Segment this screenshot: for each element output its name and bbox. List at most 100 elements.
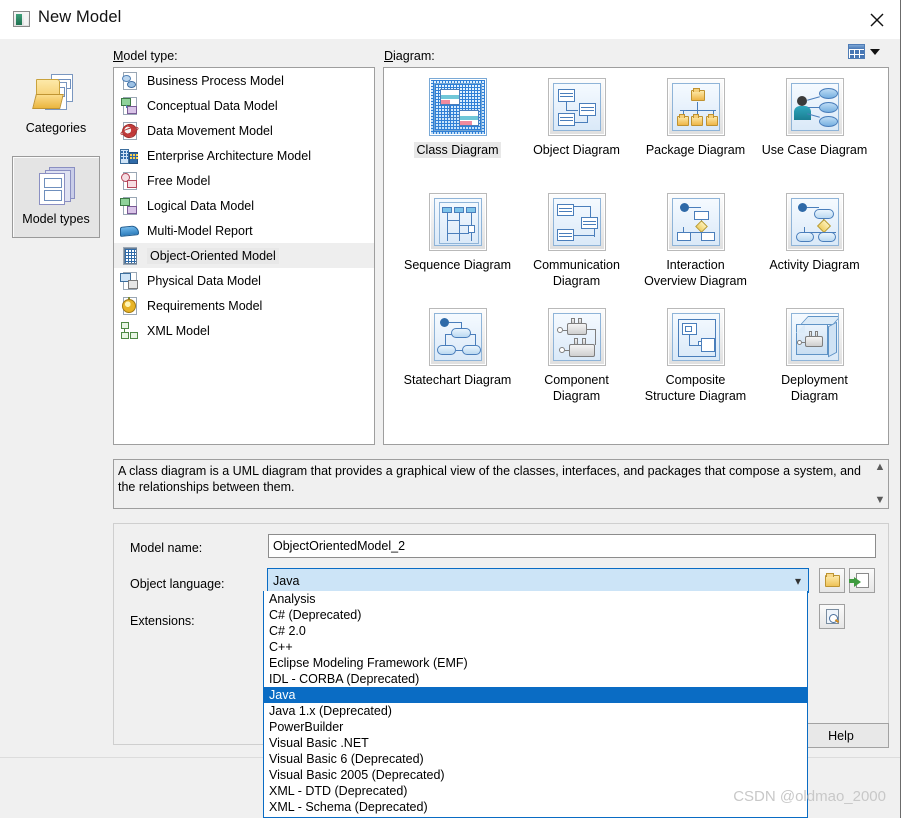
page-preview-icon	[825, 609, 839, 624]
diagram-item-composite-structure-diagram[interactable]: Composite Structure Diagram	[637, 306, 755, 421]
dropdown-option[interactable]: Visual Basic 6 (Deprecated)	[264, 751, 807, 767]
close-button[interactable]	[854, 0, 900, 39]
diagram-item-statechart-diagram[interactable]: Statechart Diagram	[399, 306, 517, 421]
sidebar-item-categories[interactable]: Categories	[12, 66, 100, 148]
diagram-item-package-diagram[interactable]: Package Diagram	[637, 76, 755, 191]
enterprise-architecture-icon	[120, 146, 140, 166]
language-properties-button[interactable]	[819, 604, 845, 629]
dropdown-option[interactable]: IDL - CORBA (Deprecated)	[264, 671, 807, 687]
multi-model-report-icon	[120, 221, 140, 241]
dropdown-option-selected[interactable]: Java	[264, 687, 807, 703]
view-mode-toggle[interactable]	[848, 44, 880, 59]
diagram-item-activity-diagram[interactable]: Activity Diagram	[756, 191, 874, 306]
list-item[interactable]: Enterprise Architecture Model	[114, 143, 374, 168]
list-item[interactable]: Physical Data Model	[114, 268, 374, 293]
sequence-diagram-icon	[428, 193, 487, 251]
dropdown-option[interactable]: C++	[264, 639, 807, 655]
dropdown-option[interactable]: Java 1.x (Deprecated)	[264, 703, 807, 719]
chevron-down-icon[interactable]	[870, 48, 880, 55]
diagram-item-label: Communication Diagram	[533, 258, 620, 288]
dropdown-option[interactable]: Visual Basic 2005 (Deprecated)	[264, 767, 807, 783]
diagram-item-label: Interaction Overview Diagram	[644, 258, 747, 288]
list-item-label: Enterprise Architecture Model	[147, 148, 311, 163]
diagram-item-label: Component Diagram	[544, 373, 609, 403]
list-item[interactable]: Free Model	[114, 168, 374, 193]
object-language-dropdown-list[interactable]: Analysis C# (Deprecated) C# 2.0 C++ Ecli…	[263, 591, 808, 818]
model-window-icon	[13, 11, 30, 27]
list-item[interactable]: Logical Data Model	[114, 193, 374, 218]
object-oriented-icon	[120, 246, 140, 266]
list-item[interactable]: Data Movement Model	[114, 118, 374, 143]
dropdown-option[interactable]: Visual Basic .NET	[264, 735, 807, 751]
list-item-label: Conceptual Data Model	[147, 98, 278, 113]
dropdown-option[interactable]: Analysis	[264, 591, 807, 607]
dropdown-option[interactable]: PowerBuilder	[264, 719, 807, 735]
list-item[interactable]: Multi-Model Report	[114, 218, 374, 243]
interaction-overview-diagram-icon	[666, 193, 725, 251]
diagram-item-class-diagram[interactable]: Class Diagram	[399, 76, 517, 191]
data-movement-icon	[119, 121, 140, 141]
chevron-down-icon[interactable]: ▾	[795, 575, 801, 587]
description-scrollbar[interactable]: ▲ ▼	[872, 460, 888, 508]
dropdown-option[interactable]: C# (Deprecated)	[264, 607, 807, 623]
dropdown-option[interactable]: XML - DTD (Deprecated)	[264, 783, 807, 799]
diagram-item-label: Use Case Diagram	[761, 143, 868, 157]
sidebar-item-label: Categories	[25, 121, 87, 135]
dropdown-option[interactable]: C# 2.0	[264, 623, 807, 639]
list-item[interactable]: XML Model	[114, 318, 374, 343]
diagram-item-use-case-diagram[interactable]: Use Case Diagram	[756, 76, 874, 191]
class-diagram-icon	[428, 78, 487, 136]
page-import-icon	[848, 573, 869, 588]
list-item-label: XML Model	[147, 323, 210, 338]
object-diagram-icon	[547, 78, 606, 136]
list-item[interactable]: Business Process Model	[114, 68, 374, 93]
diagram-description: A class diagram is a UML diagram that pr…	[113, 459, 889, 509]
model-type-list[interactable]: Business Process Model Conceptual Data M…	[113, 67, 375, 445]
diagram-item-label: Statechart Diagram	[403, 373, 512, 387]
diagram-item-label: Class Diagram	[413, 142, 502, 158]
conceptual-data-icon	[120, 96, 140, 116]
folder-icon	[824, 572, 840, 587]
requirements-icon	[120, 296, 140, 316]
statechart-diagram-icon	[428, 308, 487, 366]
diagram-item-component-diagram[interactable]: Component Diagram	[518, 306, 636, 421]
watermark-text: CSDN @oldmao_2000	[733, 788, 886, 805]
model-name-input[interactable]	[268, 534, 876, 558]
description-text: A class diagram is a UML diagram that pr…	[118, 464, 861, 494]
list-item-label: Object-Oriented Model	[147, 247, 279, 264]
xml-model-icon	[120, 321, 140, 341]
diagram-item-interaction-overview-diagram[interactable]: Interaction Overview Diagram	[637, 191, 755, 306]
window-title: New Model	[38, 8, 122, 26]
left-toolbar: Categories Model types	[5, 66, 106, 445]
import-language-button[interactable]	[848, 568, 875, 593]
object-language-combobox[interactable]: Java ▾	[267, 568, 809, 593]
composite-structure-diagram-icon	[666, 308, 725, 366]
diagram-item-label: Deployment Diagram	[781, 373, 848, 403]
free-model-icon	[120, 171, 140, 191]
diagram-label: Diagram:	[384, 49, 435, 63]
physical-data-icon	[120, 271, 140, 291]
dropdown-option[interactable]: Eclipse Modeling Framework (EMF)	[264, 655, 807, 671]
chevron-down-icon[interactable]: ▼	[875, 495, 886, 506]
list-item[interactable]: Requirements Model	[114, 293, 374, 318]
new-model-dialog: New Model Model type: Diagram: Categorie…	[0, 0, 901, 818]
sidebar-item-model-types[interactable]: Model types	[12, 156, 100, 238]
browse-folder-button[interactable]	[819, 568, 845, 593]
diagram-item-label: Package Diagram	[645, 143, 746, 157]
chevron-up-icon[interactable]: ▲	[875, 462, 886, 473]
diagram-item-label: Composite Structure Diagram	[644, 373, 747, 403]
diagram-item-sequence-diagram[interactable]: Sequence Diagram	[399, 191, 517, 306]
object-language-label: Object language:	[130, 577, 225, 591]
use-case-diagram-icon	[785, 78, 844, 136]
diagram-panel[interactable]: Class Diagram Object Diagram Package Dia…	[383, 67, 889, 445]
list-item[interactable]: Conceptual Data Model	[114, 93, 374, 118]
list-item-label: Free Model	[147, 173, 211, 188]
diagram-item-deployment-diagram[interactable]: Deployment Diagram	[756, 306, 874, 421]
stacked-models-icon	[31, 165, 81, 207]
diagram-item-label: Activity Diagram	[769, 258, 860, 272]
list-item-object-oriented-model[interactable]: Object-Oriented Model	[114, 243, 374, 268]
diagram-item-communication-diagram[interactable]: Communication Diagram	[518, 191, 636, 306]
close-icon	[870, 13, 884, 26]
dropdown-option[interactable]: XML - Schema (Deprecated)	[264, 799, 807, 815]
diagram-item-object-diagram[interactable]: Object Diagram	[518, 76, 636, 191]
